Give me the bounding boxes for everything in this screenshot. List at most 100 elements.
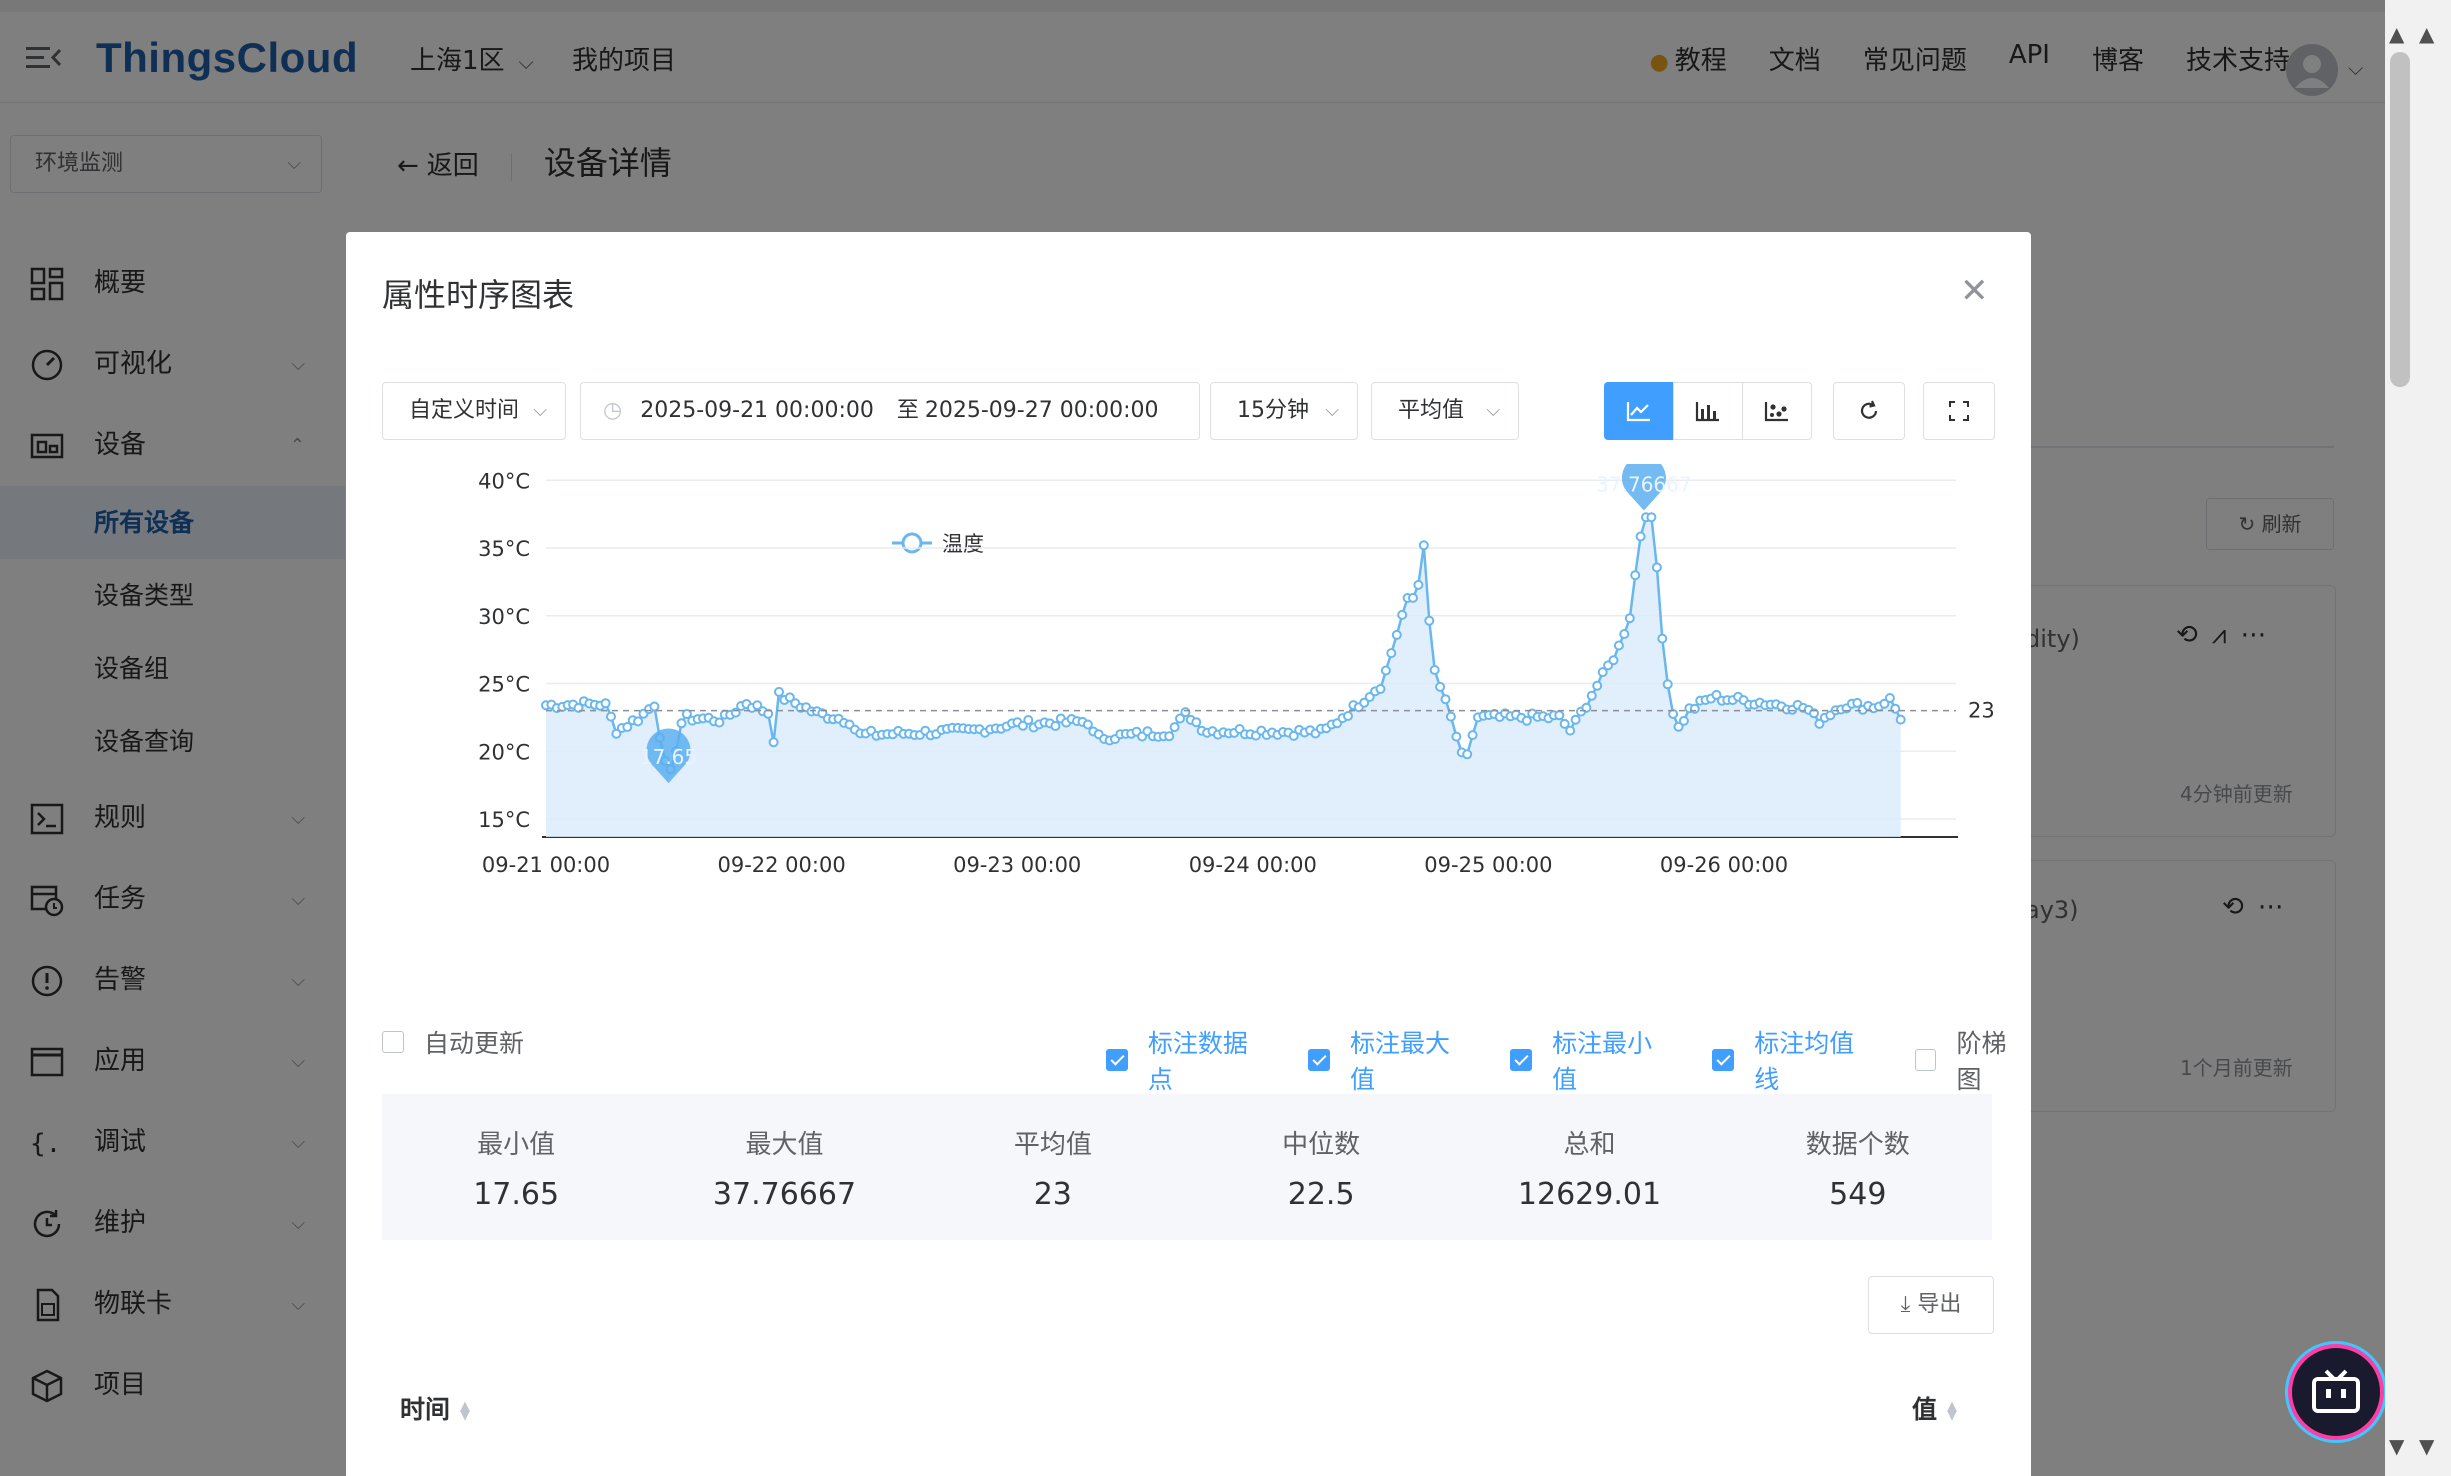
stat-avg: 平均值 23 [919, 1094, 1187, 1240]
stat-value: 17.65 [473, 1177, 560, 1212]
data-point [1397, 609, 1408, 620]
aggregate-select[interactable]: 平均值 ⌵ [1371, 382, 1519, 440]
mark-max-label[interactable]: 标注最大值 [1350, 1024, 1474, 1096]
timeseries-dialog: 属性时序图表 ✕ 自定义时间 ⌵ ◷ 2025-09-21 00:00:00 至 20… [346, 232, 2031, 1476]
data-point [1884, 693, 1895, 703]
y-tick-label: 30°C [478, 605, 530, 629]
sort-icon[interactable]: ▲ ▼ [1947, 1400, 1957, 1422]
data-point [1440, 694, 1451, 705]
data-point [1164, 731, 1175, 742]
floating-assistant-button[interactable] [2292, 1348, 2380, 1436]
data-point [1191, 717, 1202, 728]
export-button[interactable]: ⤓ 导出 [1868, 1276, 1994, 1334]
start-date[interactable]: 2025-09-21 00:00:00 [640, 398, 874, 423]
mark-max-checkbox[interactable] [1308, 1049, 1331, 1071]
bar-chart-icon [1695, 402, 1719, 422]
app-frame: ThingsCloud 上海1区⌵ 我的项目 ●教程 文档 常见问题 API 博… [0, 0, 2385, 1476]
data-point [1343, 711, 1353, 721]
data-point [1445, 711, 1456, 722]
tv-icon [2312, 1369, 2360, 1413]
column-header-value[interactable]: 值 ▲ ▼ [1912, 1390, 1957, 1426]
close-icon[interactable]: ✕ [1960, 274, 1989, 308]
mark-min-label[interactable]: 标注最小值 [1552, 1024, 1676, 1096]
average-label: 23 [1968, 699, 1995, 723]
line-chart-button[interactable] [1604, 382, 1674, 440]
data-point [1586, 690, 1597, 701]
scroll-up-arrow-icon[interactable]: ▲ [2419, 22, 2434, 46]
stat-value: 37.76667 [712, 1177, 857, 1212]
range-separator: 至 [896, 398, 919, 423]
temperature-chart[interactable]: 温度 15°C 20°C 25°C 30°C 35°C 40°C 09-21 00:00 09-… [346, 464, 2031, 1004]
mark-avg-checkbox[interactable] [1712, 1049, 1735, 1071]
data-point [1386, 648, 1397, 659]
data-point [1023, 715, 1034, 725]
scrollbar-thumb[interactable] [2390, 52, 2410, 387]
column-header-time[interactable]: 时间 ▲ ▼ [400, 1390, 470, 1426]
data-point [600, 698, 611, 709]
range-mode-select[interactable]: 自定义时间 ⌵ [382, 382, 566, 440]
data-point [1678, 715, 1689, 726]
data-point [1651, 562, 1662, 573]
mark-points-label[interactable]: 标注数据点 [1148, 1024, 1272, 1096]
data-point [1570, 714, 1581, 725]
stat-label: 数据个数 [1805, 1130, 1910, 1160]
data-point [633, 716, 644, 727]
data-point [1451, 731, 1462, 742]
data-point [1375, 684, 1386, 694]
stat-label: 中位数 [1282, 1130, 1361, 1160]
fullscreen-icon [1949, 401, 1969, 421]
step-chart-checkbox[interactable] [1914, 1049, 1937, 1071]
stat-value: 549 [1829, 1177, 1887, 1212]
data-point [1554, 710, 1565, 721]
stat-label: 最小值 [477, 1130, 556, 1160]
range-mode-value: 自定义时间 [409, 398, 517, 423]
column-header-value-label: 值 [1912, 1395, 1938, 1424]
scroll-down-arrow-icon[interactable]: ▼ [2419, 1434, 2434, 1458]
refresh-icon [1860, 400, 1878, 419]
aggregate-value: 平均值 [1398, 398, 1465, 423]
clock-icon: ◷ [603, 398, 623, 423]
step-chart-label[interactable]: 阶梯图 [1956, 1024, 2031, 1096]
mark-avg-label[interactable]: 标注均值线 [1754, 1024, 1878, 1096]
data-point [1408, 592, 1418, 603]
scroll-down-arrow-icon[interactable]: ▼ [2389, 1434, 2404, 1458]
auto-update-checkbox[interactable] [382, 1031, 404, 1053]
data-point [649, 701, 660, 712]
data-point [1608, 655, 1619, 666]
interval-select[interactable]: 15分钟 ⌵ [1210, 382, 1358, 440]
data-point [1624, 613, 1635, 624]
x-tick-label: 09-23 00:00 [953, 853, 1081, 877]
auto-update-option[interactable]: 自动更新 [382, 1024, 524, 1060]
end-date[interactable]: 2025-09-27 00:00:00 [925, 398, 1159, 423]
fullscreen-button[interactable] [1923, 382, 1995, 440]
x-tick-label: 09-25 00:00 [1424, 853, 1552, 877]
data-point [1592, 680, 1603, 691]
stat-min: 最小值 17.65 [382, 1094, 650, 1240]
series-area [546, 517, 1901, 837]
column-header-time-label: 时间 [400, 1395, 451, 1424]
chart-type-group [1604, 382, 1812, 440]
stat-label: 最大值 [745, 1130, 824, 1160]
stat-label: 平均值 [1013, 1130, 1092, 1160]
chevron-down-icon: ⌵ [533, 400, 547, 421]
sort-icon[interactable]: ▲ ▼ [460, 1400, 470, 1422]
data-point [1613, 640, 1624, 651]
data-point [1050, 721, 1061, 731]
data-point [1521, 715, 1532, 726]
reload-button[interactable] [1833, 382, 1905, 440]
bar-chart-button[interactable] [1673, 382, 1743, 440]
mark-points-checkbox[interactable] [1106, 1049, 1128, 1071]
dialog-title: 属性时序图表 [382, 276, 575, 314]
stat-value: 12629.01 [1517, 1177, 1662, 1212]
data-point [1180, 707, 1191, 718]
y-tick-label: 20°C [478, 740, 530, 764]
mark-min-checkbox[interactable] [1510, 1049, 1533, 1071]
scatter-chart-button[interactable] [1742, 382, 1812, 440]
date-range-picker[interactable]: ◷ 2025-09-21 00:00:00 至 2025-09-27 00:00:0… [580, 382, 1200, 440]
scroll-up-arrow-icon[interactable]: ▲ [2389, 22, 2404, 46]
data-point [1424, 615, 1435, 626]
y-tick-label: 25°C [478, 673, 530, 697]
data-point [774, 686, 784, 697]
data-point [1635, 531, 1646, 542]
data-point [768, 737, 779, 748]
